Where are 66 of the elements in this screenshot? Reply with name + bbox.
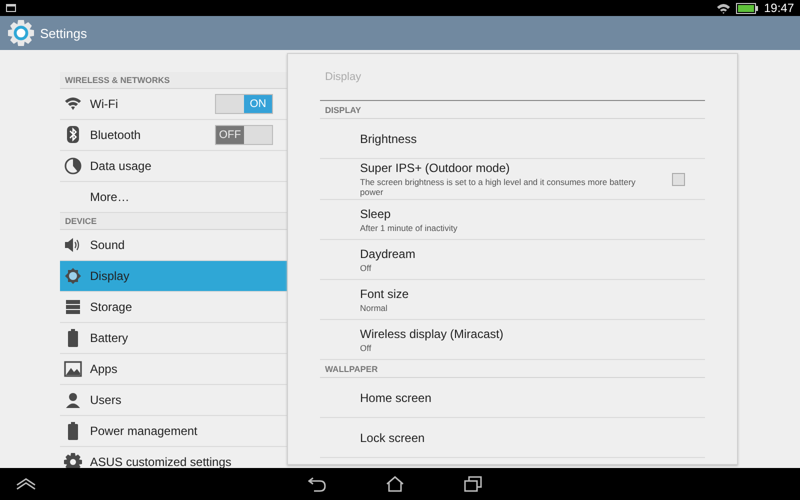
toggle-switch[interactable]: OFF: [215, 125, 273, 145]
row-title: Wireless display (Miracast): [360, 326, 504, 340]
item-label: Sound: [90, 238, 126, 252]
section-header: WALLPAPER: [320, 360, 705, 378]
item-label: Apps: [90, 362, 118, 376]
settings-item[interactable]: Bluetooth OFF: [60, 120, 287, 151]
section-header: DISPLAY: [320, 101, 705, 119]
item-label: More…: [90, 190, 130, 204]
settings-row[interactable]: Wireless display (Miracast) Off: [320, 320, 705, 360]
notification-icon: [6, 4, 16, 12]
app-title: Settings: [40, 26, 87, 40]
item-label: Storage: [90, 300, 134, 314]
row-title: Lock screen: [360, 430, 426, 444]
battery-icon: [736, 2, 758, 14]
row-title: Daydream: [360, 246, 416, 260]
storage-icon: [64, 298, 82, 316]
item-label: Display: [90, 269, 130, 283]
settings-row[interactable]: Sleep After 1 minute of inactivity: [320, 200, 705, 240]
item-label: Data usage: [90, 159, 152, 173]
item-label: Wi-Fi: [90, 97, 119, 111]
section-header: DEVICE: [60, 213, 287, 230]
row-title: Sleep: [360, 206, 392, 220]
panel-title: Display: [320, 54, 705, 101]
row-summary: Off: [360, 342, 372, 352]
settings-row[interactable]: Home screen: [320, 378, 705, 418]
home-icon[interactable]: [386, 476, 404, 492]
item-label: Users: [90, 393, 122, 407]
settings-item[interactable]: Storage: [60, 292, 287, 323]
gear-icon: [64, 453, 82, 468]
settings-row[interactable]: Daydream Off: [320, 240, 705, 280]
row-title: Brightness: [360, 132, 418, 146]
row-summary: Normal: [360, 302, 388, 312]
settings-row[interactable]: Font size Normal: [320, 280, 705, 320]
settings-row[interactable]: Lock screen: [320, 418, 705, 458]
section-header: WIRELESS & NETWORKS: [60, 72, 287, 89]
recent-apps-icon[interactable]: [464, 476, 482, 492]
settings-item[interactable]: Users: [60, 385, 287, 416]
pie-chart-icon: [64, 157, 82, 175]
settings-item[interactable]: Data usage: [60, 151, 287, 182]
settings-row[interactable]: Super IPS+ (Outdoor mode) The screen brightness is set to a high level and it consumes more battery power: [320, 159, 705, 200]
brightness-icon: [64, 267, 82, 285]
row-title: Font size: [360, 286, 410, 300]
settings-item[interactable]: Display: [60, 261, 287, 292]
item-label: Power management: [90, 424, 198, 438]
gear-icon[interactable]: [8, 20, 34, 46]
row-summary: The screen brightness is set to a high level and it consumes more battery power: [360, 177, 636, 197]
bluetooth-icon: [64, 126, 82, 144]
settings-item[interactable]: Battery: [60, 323, 287, 354]
settings-item[interactable]: Apps: [60, 354, 287, 385]
person-icon: [64, 391, 82, 409]
settings-item[interactable]: Wi-Fi ON: [60, 89, 287, 120]
item-label: Battery: [90, 331, 130, 345]
image-icon: [64, 360, 82, 378]
checkbox[interactable]: [672, 172, 685, 186]
speaker-icon: [64, 236, 82, 254]
row-summary: Off: [360, 262, 372, 272]
back-icon[interactable]: [308, 476, 326, 492]
wifi-icon: [716, 2, 730, 14]
settings-item[interactable]: Power management: [60, 416, 287, 447]
clock-time: 19:47: [764, 1, 794, 15]
row-summary: After 1 minute of inactivity: [360, 222, 458, 232]
settings-row[interactable]: Brightness: [320, 119, 705, 159]
row-title: Super IPS+ (Outdoor mode): [360, 161, 511, 175]
item-label: Bluetooth: [90, 128, 142, 142]
row-title: Home screen: [360, 390, 432, 404]
chevron-up-icon[interactable]: [16, 478, 36, 490]
